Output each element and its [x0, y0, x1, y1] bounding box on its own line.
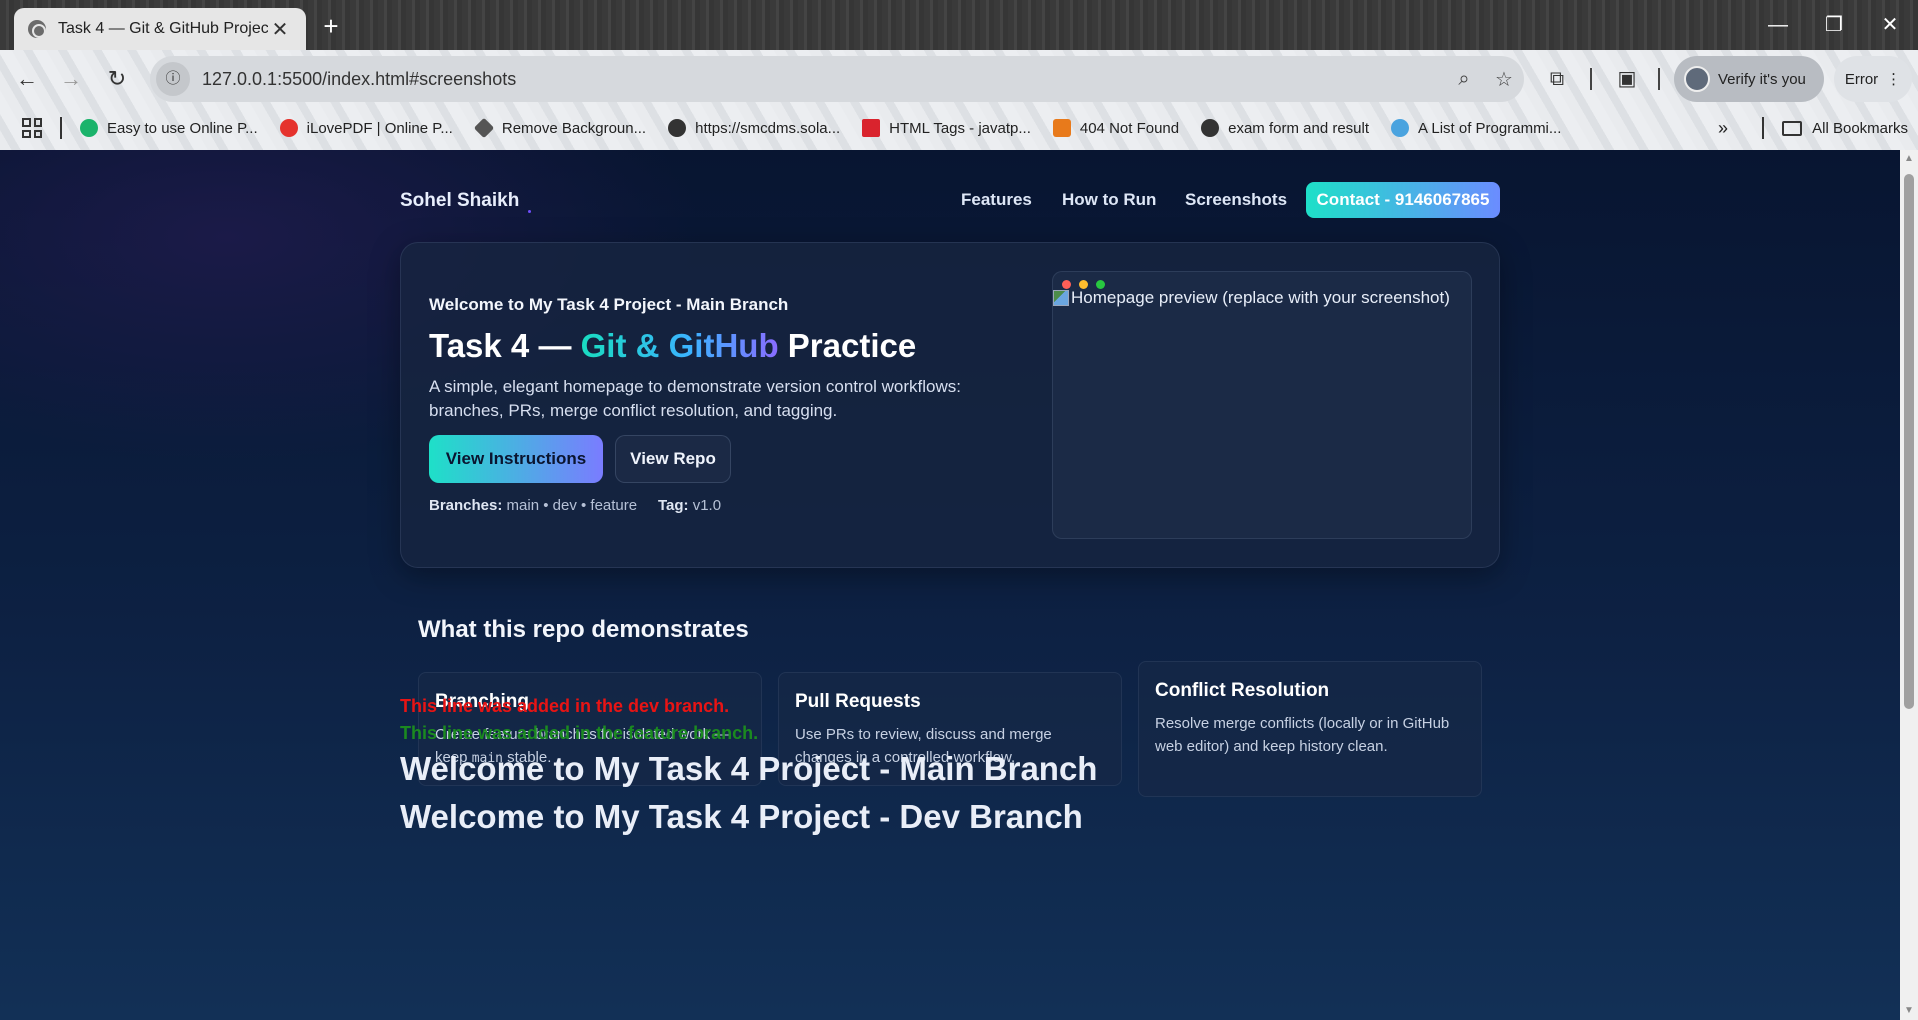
all-bookmarks-label: All Bookmarks: [1812, 119, 1908, 137]
hero-description: A simple, elegant homepage to demonstrat…: [429, 377, 961, 420]
toolbar-divider: [1590, 68, 1592, 90]
site-info-icon[interactable]: ⓘ: [156, 62, 190, 96]
bookmark-item[interactable]: https://smcdms.sola...: [668, 119, 840, 137]
bookmark-item[interactable]: HTML Tags - javatp...: [862, 119, 1031, 137]
minimize-icon[interactable]: —: [1750, 8, 1806, 42]
cast-icon[interactable]: ▣: [1612, 64, 1642, 94]
apps-grid-icon[interactable]: [22, 118, 42, 138]
preview-alt-text: Homepage preview (replace with your scre…: [1071, 288, 1450, 307]
kebab-menu-icon: ⋮: [1886, 71, 1902, 88]
tab-strip: Task 4 — Git & GitHub Project ✕ + — ❐ ✕: [0, 0, 1918, 50]
new-tab-button[interactable]: +: [316, 12, 346, 42]
bookmark-favicon-icon: [80, 119, 98, 137]
hero-title-highlight: Git & GitHub: [580, 327, 779, 364]
homepage-preview: Homepage preview (replace with your scre…: [1052, 271, 1472, 539]
error-menu-button[interactable]: Error ⋮: [1834, 56, 1912, 102]
folder-icon: [1782, 120, 1803, 136]
tag-value: v1.0: [692, 497, 722, 514]
web-page: Sohel Shaikh Features How to Run Screens…: [0, 150, 1900, 1020]
avatar: [1684, 66, 1710, 92]
bookmark-favicon-icon: [1391, 119, 1410, 137]
window-close-icon[interactable]: ✕: [1862, 8, 1918, 42]
nav-link-screenshots[interactable]: Screenshots: [1185, 190, 1287, 210]
bookmarks-divider: [1762, 117, 1765, 139]
restore-icon[interactable]: ❐: [1806, 8, 1862, 42]
view-instructions-button[interactable]: View Instructions: [429, 435, 603, 483]
xampp-favicon-icon: [1052, 119, 1071, 137]
bookmark-label: Remove Backgroun...: [501, 119, 647, 137]
scroll-thumb[interactable]: [1904, 174, 1914, 709]
site-nav: Sohel Shaikh Features How to Run Screens…: [400, 182, 1500, 222]
bookmark-label: A List of Programmi...: [1418, 119, 1562, 137]
card-text: Resolve merge conflicts (locally or in G…: [1155, 715, 1450, 755]
tab-title: Task 4 — Git & GitHub Project: [58, 20, 268, 37]
bookmark-item[interactable]: Easy to use Online P...: [80, 119, 258, 137]
preview-image: Homepage preview (replace with your scre…: [1053, 288, 1450, 308]
globe-favicon-icon: [1201, 119, 1220, 137]
globe-favicon-icon: [668, 119, 687, 137]
hero-title-prefix: Task 4 —: [429, 327, 581, 364]
hero-kicker: Welcome to My Task 4 Project - Main Bran…: [429, 295, 789, 314]
branch-tag-meta: Branches: main • dev • feature Tag: v1.0: [429, 497, 721, 514]
branches-label: Branches:: [429, 497, 503, 514]
contact-button[interactable]: Contact - 9146067865: [1306, 182, 1500, 218]
bookmark-label: HTML Tags - javatp...: [889, 119, 1031, 137]
forward-icon[interactable]: →: [54, 62, 88, 96]
error-label: Error: [1844, 70, 1879, 88]
all-bookmarks-button[interactable]: All Bookmarks: [1762, 108, 1908, 148]
javatpoint-favicon-icon: [862, 119, 881, 137]
view-repo-button[interactable]: View Repo: [615, 435, 731, 483]
bookmark-label: exam form and result: [1228, 119, 1370, 137]
features-heading: What this repo demonstrates: [418, 616, 749, 643]
tag-label: Tag:: [657, 497, 689, 514]
feature-branch-line: This line was added in the feature branc…: [400, 723, 759, 743]
bookmark-label: 404 Not Found: [1079, 119, 1180, 137]
bookmark-item[interactable]: 404 Not Found: [1052, 119, 1180, 137]
branches-value: main • dev • feature: [506, 497, 638, 514]
feature-card-conflict-resolution: Conflict Resolution Resolve merge confli…: [1138, 661, 1482, 797]
hero-card: Welcome to My Task 4 Project - Main Bran…: [400, 242, 1500, 568]
toolbar-divider: [1658, 68, 1660, 90]
extensions-icon[interactable]: ⧉: [1542, 64, 1572, 94]
bookmark-item[interactable]: exam form and result: [1201, 119, 1369, 137]
dev-branch-heading: Welcome to My Task 4 Project - Dev Branc…: [400, 798, 1083, 835]
bookmarks-divider: [60, 117, 62, 139]
bookmark-star-icon[interactable]: ☆: [1484, 67, 1524, 92]
bookmark-item[interactable]: iLovePDF | Online P...: [279, 119, 453, 137]
bookmark-favicon-icon: [473, 117, 495, 139]
bookmarks-bar: Easy to use Online P... iLovePDF | Onlin…: [0, 108, 1918, 148]
close-tab-icon[interactable]: ✕: [268, 17, 292, 42]
scroll-up-icon[interactable]: ▲: [1904, 154, 1914, 164]
page-scrollbar[interactable]: ▲ ▼: [1900, 150, 1918, 1020]
brand-name[interactable]: Sohel Shaikh: [400, 190, 519, 212]
zoom-icon[interactable]: ⌕: [1444, 68, 1484, 91]
url-text[interactable]: 127.0.0.1:5500/index.html#screenshots: [202, 69, 1444, 90]
scroll-down-icon[interactable]: ▼: [1904, 1006, 1914, 1016]
nav-link-features[interactable]: Features: [961, 190, 1032, 210]
more-bookmarks-icon[interactable]: »: [1718, 108, 1728, 148]
hero-title-suffix: Practice: [778, 327, 917, 364]
card-title: Pull Requests: [795, 691, 921, 712]
browser-tab[interactable]: Task 4 — Git & GitHub Project ✕: [14, 8, 306, 50]
back-icon[interactable]: ←: [10, 62, 44, 96]
main-branch-heading: Welcome to My Task 4 Project - Main Bran…: [400, 750, 1098, 787]
reload-icon[interactable]: ↻: [100, 62, 134, 96]
address-bar[interactable]: ⓘ 127.0.0.1:5500/index.html#screenshots …: [150, 56, 1524, 102]
verify-profile-button[interactable]: Verify it's you: [1674, 56, 1824, 102]
bookmark-label: https://smcdms.sola...: [695, 119, 841, 137]
bookmark-item[interactable]: Remove Backgroun...: [473, 117, 647, 139]
bookmark-item[interactable]: A List of Programmi...: [1391, 119, 1561, 137]
dev-branch-line: This line was added in the dev branch.: [400, 696, 730, 716]
bookmark-label: iLovePDF | Online P...: [306, 119, 453, 137]
globe-icon: [28, 20, 46, 38]
verify-label: Verify it's you: [1718, 70, 1806, 88]
card-title: Conflict Resolution: [1155, 680, 1330, 701]
broken-image-icon: [1053, 290, 1069, 306]
heart-favicon-icon: [279, 119, 298, 137]
nav-link-how-to-run[interactable]: How to Run: [1062, 190, 1156, 210]
hero-title: Task 4 — Git & GitHub Practice: [429, 327, 916, 365]
bookmark-label: Easy to use Online P...: [107, 119, 258, 137]
brand-accent-dot: [528, 210, 531, 213]
